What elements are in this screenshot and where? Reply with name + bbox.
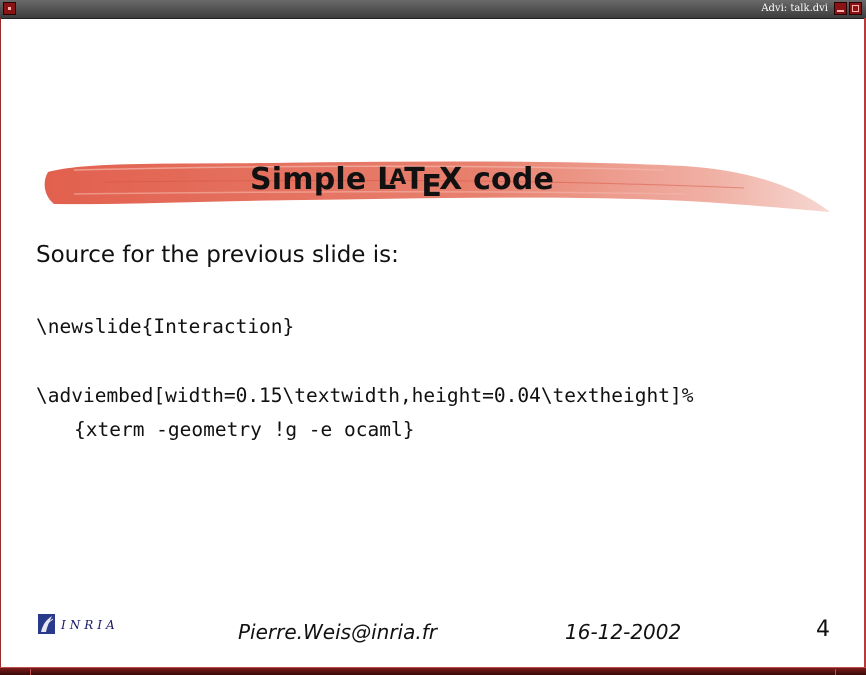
inria-logo-icon [38,614,55,634]
code-line: \newslide{Interaction} [36,315,295,338]
slide-canvas[interactable] [1,19,864,668]
inria-logo-text: INRIA [61,618,119,632]
footer-date: 16-12-2002 [565,620,682,644]
latex-logo: LATEX [377,162,463,204]
slide-title: Simple LATEX code [250,158,554,208]
viewer-window: Advi: talk.dvi Simple LATEX code Source … [0,0,866,675]
slide-title-prefix: Simple [250,162,378,197]
maximize-icon[interactable] [849,2,862,15]
window-title: Advi: talk.dvi [761,3,828,14]
intro-text: Source for the previous slide is: [36,242,399,268]
page-number: 4 [816,617,830,642]
slide-title-suffix: code [462,162,555,197]
embed-command-line[interactable]: {xterm -geometry !g -e ocaml} [74,416,414,444]
code-line: \adviembed[width=0.15\textwidth,height=0… [36,384,694,407]
title-bar[interactable]: Advi: talk.dvi [0,0,866,19]
inria-logo: INRIA [37,612,117,638]
footer-email: Pierre.Weis@inria.fr [238,620,437,644]
minimize-icon[interactable] [834,2,847,15]
window-menu-icon[interactable] [3,2,16,15]
window-border-bottom[interactable] [0,667,866,675]
